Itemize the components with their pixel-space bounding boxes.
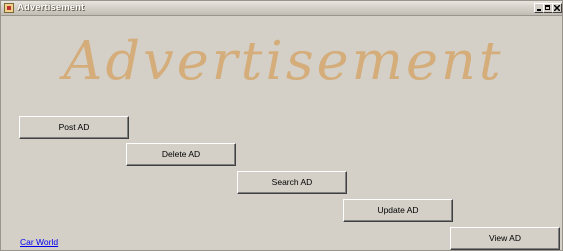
advertisement-banner: Advertisement (63, 31, 504, 92)
window-title: Advertisement (17, 2, 85, 13)
update-ad-button[interactable]: Update AD (343, 199, 453, 222)
title-bar[interactable]: Advertisement (1, 1, 562, 16)
advertisement-window: Advertisement Advertisement Post AD Dele… (0, 0, 563, 251)
app-icon[interactable] (4, 3, 14, 13)
search-ad-button[interactable]: Search AD (237, 171, 347, 194)
close-icon[interactable] (552, 3, 562, 13)
view-ad-button[interactable]: View AD (450, 227, 560, 250)
car-world-link[interactable]: Car World (20, 237, 58, 247)
delete-ad-button[interactable]: Delete AD (126, 143, 236, 166)
post-ad-button[interactable]: Post AD (19, 116, 129, 139)
